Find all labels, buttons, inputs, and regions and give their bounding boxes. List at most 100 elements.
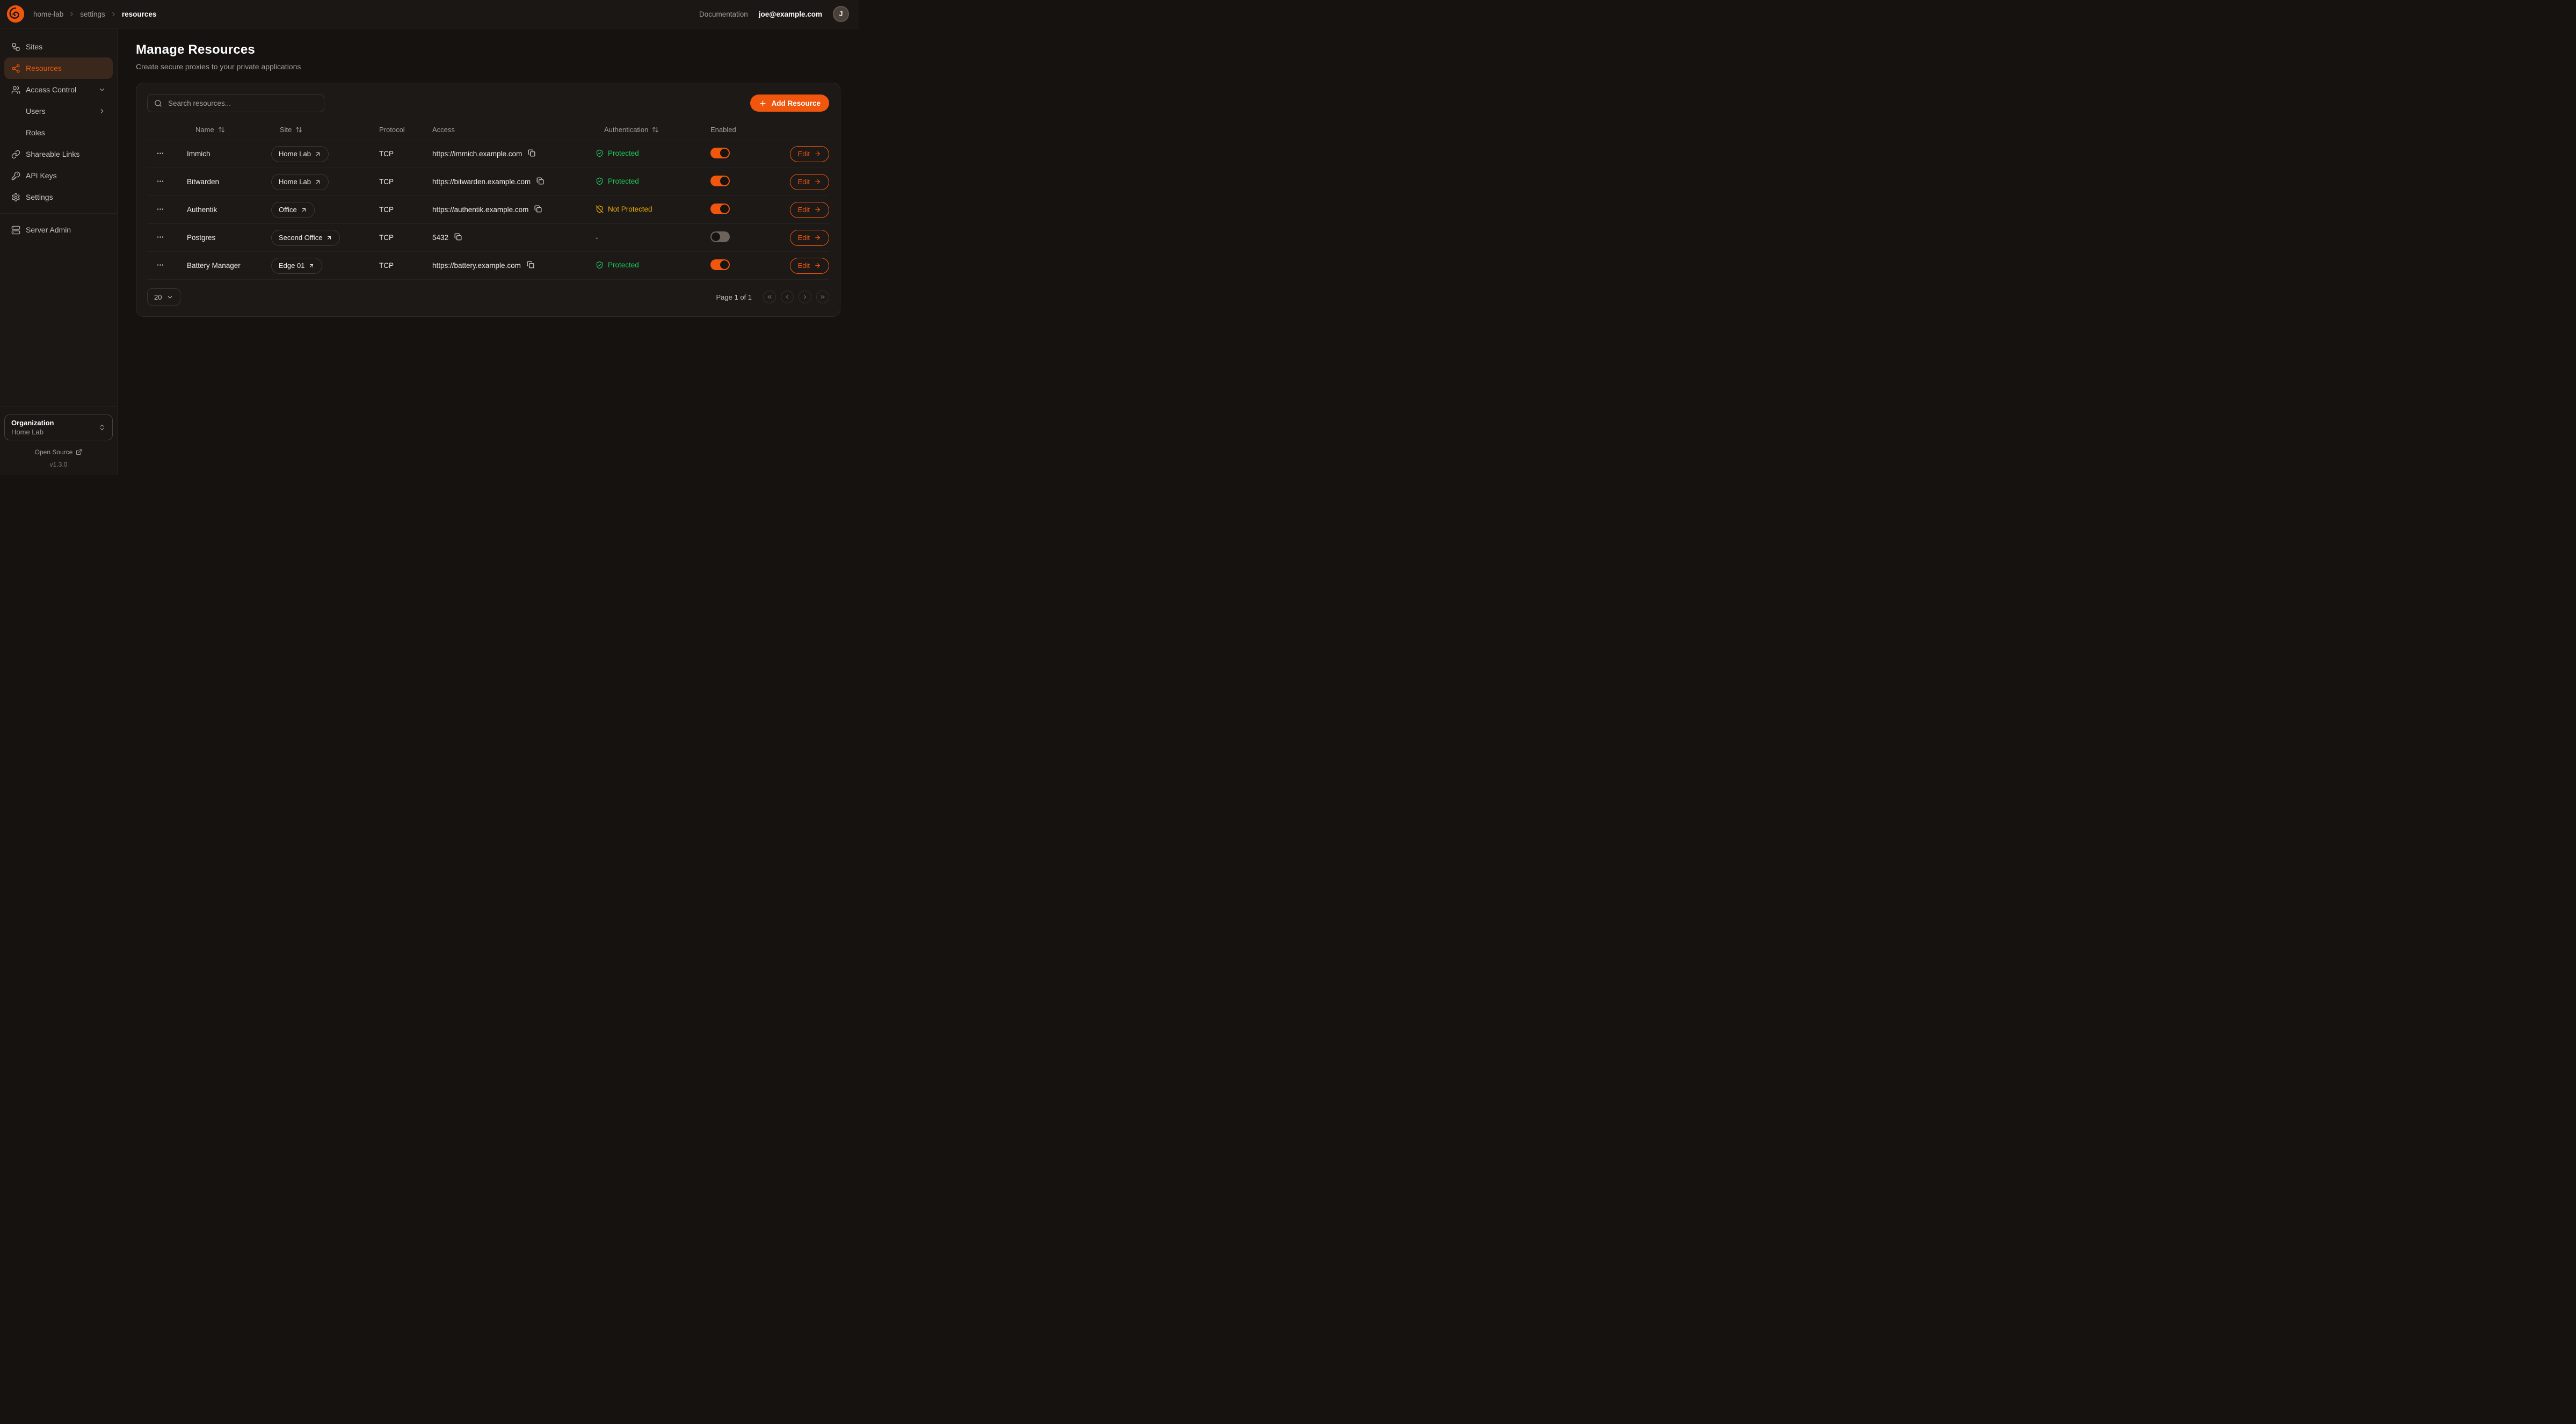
- enabled-toggle[interactable]: [710, 231, 730, 242]
- edit-button[interactable]: Edit: [790, 230, 829, 246]
- auth-label: Protected: [608, 149, 639, 157]
- documentation-link[interactable]: Documentation: [699, 10, 748, 18]
- sort-icon: [295, 126, 302, 133]
- access-value: 5432: [432, 234, 448, 242]
- pangolin-logo[interactable]: [5, 4, 26, 24]
- header-name[interactable]: Name: [173, 126, 259, 134]
- enabled-toggle[interactable]: [710, 148, 730, 158]
- organization-selector[interactable]: Organization Home Lab: [4, 415, 113, 440]
- site-name: Home Lab: [279, 178, 311, 186]
- site-name: Second Office: [279, 234, 322, 242]
- avatar[interactable]: J: [833, 6, 849, 22]
- user-email[interactable]: joe@example.com: [759, 10, 822, 18]
- resource-name: Bitwarden: [173, 178, 259, 186]
- sidebar-item-settings[interactable]: Settings: [4, 186, 113, 208]
- protocol-value: TCP: [366, 178, 420, 186]
- next-page-button[interactable]: [799, 290, 811, 303]
- sidebar-item-api-keys[interactable]: API Keys: [4, 165, 113, 186]
- edit-button[interactable]: Edit: [790, 202, 829, 218]
- copy-button[interactable]: [533, 204, 543, 215]
- sidebar-item-resources[interactable]: Resources: [4, 57, 113, 79]
- open-source-link[interactable]: Open Source: [4, 448, 113, 456]
- site-link-button[interactable]: Edge 01: [271, 258, 322, 274]
- row-actions-button[interactable]: [154, 231, 166, 245]
- sidebar-item-label: Roles: [26, 128, 45, 137]
- ellipsis-icon: [156, 177, 164, 185]
- page-size-value: 20: [154, 293, 162, 301]
- chevron-right-icon: [110, 11, 117, 18]
- gear-icon: [11, 193, 20, 202]
- sidebar-item-server-admin[interactable]: Server Admin: [4, 219, 113, 241]
- copy-button[interactable]: [535, 176, 545, 187]
- chevron-right-icon: [68, 11, 75, 18]
- ellipsis-icon: [156, 233, 164, 241]
- page-size-select[interactable]: 20: [147, 288, 180, 306]
- edit-label: Edit: [798, 234, 810, 242]
- row-actions-button[interactable]: [154, 203, 166, 217]
- site-link-button[interactable]: Office: [271, 202, 315, 218]
- header-site[interactable]: Site: [259, 126, 366, 134]
- copy-button[interactable]: [453, 232, 463, 243]
- row-actions-button[interactable]: [154, 175, 166, 189]
- enabled-toggle[interactable]: [710, 204, 730, 214]
- edit-button[interactable]: Edit: [790, 146, 829, 162]
- site-link-button[interactable]: Home Lab: [271, 146, 329, 162]
- row-actions-button[interactable]: [154, 147, 166, 161]
- copy-button[interactable]: [527, 148, 536, 159]
- copy-icon: [528, 149, 535, 157]
- sidebar-item-sites[interactable]: Sites: [4, 36, 113, 57]
- site-link-button[interactable]: Home Lab: [271, 174, 329, 190]
- breadcrumb-settings[interactable]: settings: [80, 10, 105, 18]
- chevron-down-icon: [98, 86, 106, 93]
- sidebar-item-label: Shareable Links: [26, 150, 79, 158]
- add-resource-button[interactable]: Add Resource: [750, 95, 829, 112]
- previous-page-button[interactable]: [781, 290, 794, 303]
- resource-name: Battery Manager: [173, 261, 259, 270]
- search-input[interactable]: [167, 99, 317, 108]
- auth-label: Not Protected: [608, 205, 652, 213]
- breadcrumb-org[interactable]: home-lab: [33, 10, 63, 18]
- enabled-toggle[interactable]: [710, 259, 730, 270]
- sort-icon: [652, 126, 659, 133]
- enabled-toggle[interactable]: [710, 176, 730, 186]
- table-row: Bitwarden Home Lab TCP https://bitwarden…: [147, 168, 829, 196]
- arrow-right-icon: [814, 150, 821, 157]
- shield-check-icon: [596, 177, 604, 185]
- edit-label: Edit: [798, 178, 810, 186]
- copy-button[interactable]: [526, 260, 535, 271]
- arrow-up-right-icon: [326, 235, 332, 241]
- sidebar-item-roles[interactable]: Roles: [4, 122, 113, 143]
- ellipsis-icon: [156, 149, 164, 157]
- header-authentication[interactable]: Authentication: [589, 126, 696, 134]
- chevrons-right-icon: [819, 294, 826, 300]
- site-link-button[interactable]: Second Office: [271, 230, 340, 246]
- server-icon: [11, 226, 20, 235]
- last-page-button[interactable]: [816, 290, 829, 303]
- arrow-up-right-icon: [301, 207, 307, 213]
- sidebar: Sites Resources Access Control Users: [0, 28, 118, 475]
- protocol-value: TCP: [366, 234, 420, 242]
- sort-icon: [218, 126, 225, 133]
- sidebar-item-access-control[interactable]: Access Control: [4, 79, 113, 100]
- page-subtitle: Create secure proxies to your private ap…: [136, 62, 840, 71]
- resource-name: Immich: [173, 150, 259, 158]
- auth-badge: Protected: [596, 261, 639, 269]
- copy-icon: [534, 205, 542, 213]
- version-label: v1.3.0: [4, 461, 113, 468]
- sidebar-item-shareable-links[interactable]: Shareable Links: [4, 143, 113, 165]
- topbar-right: Documentation joe@example.com J: [699, 6, 849, 22]
- sidebar-item-users[interactable]: Users: [4, 100, 113, 122]
- resources-table: Name Site Protocol: [147, 120, 829, 280]
- header-access: Access: [420, 126, 589, 134]
- row-actions-button[interactable]: [154, 259, 166, 273]
- sidebar-item-label: Resources: [26, 64, 62, 72]
- shield-off-icon: [596, 205, 604, 213]
- first-page-button[interactable]: [763, 290, 776, 303]
- edit-button[interactable]: Edit: [790, 258, 829, 274]
- access-value: https://battery.example.com: [432, 261, 521, 270]
- link-icon: [11, 150, 20, 159]
- table-row: Postgres Second Office TCP 5432: [147, 224, 829, 252]
- edit-button[interactable]: Edit: [790, 174, 829, 190]
- arrow-right-icon: [814, 206, 821, 213]
- edit-label: Edit: [798, 206, 810, 214]
